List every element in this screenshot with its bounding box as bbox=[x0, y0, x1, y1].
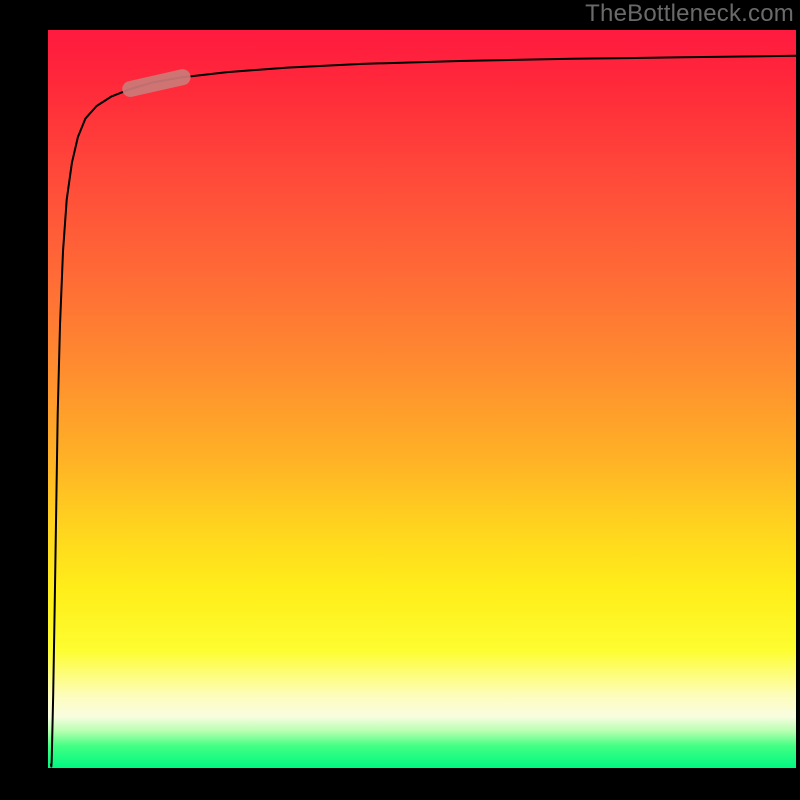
plot-area bbox=[48, 30, 796, 768]
curve-layer bbox=[48, 30, 796, 768]
chart-frame: TheBottleneck.com bbox=[0, 0, 800, 800]
bottleneck-curve bbox=[51, 56, 796, 767]
watermark-text: TheBottleneck.com bbox=[585, 0, 794, 28]
highlight-overlay bbox=[130, 77, 182, 89]
